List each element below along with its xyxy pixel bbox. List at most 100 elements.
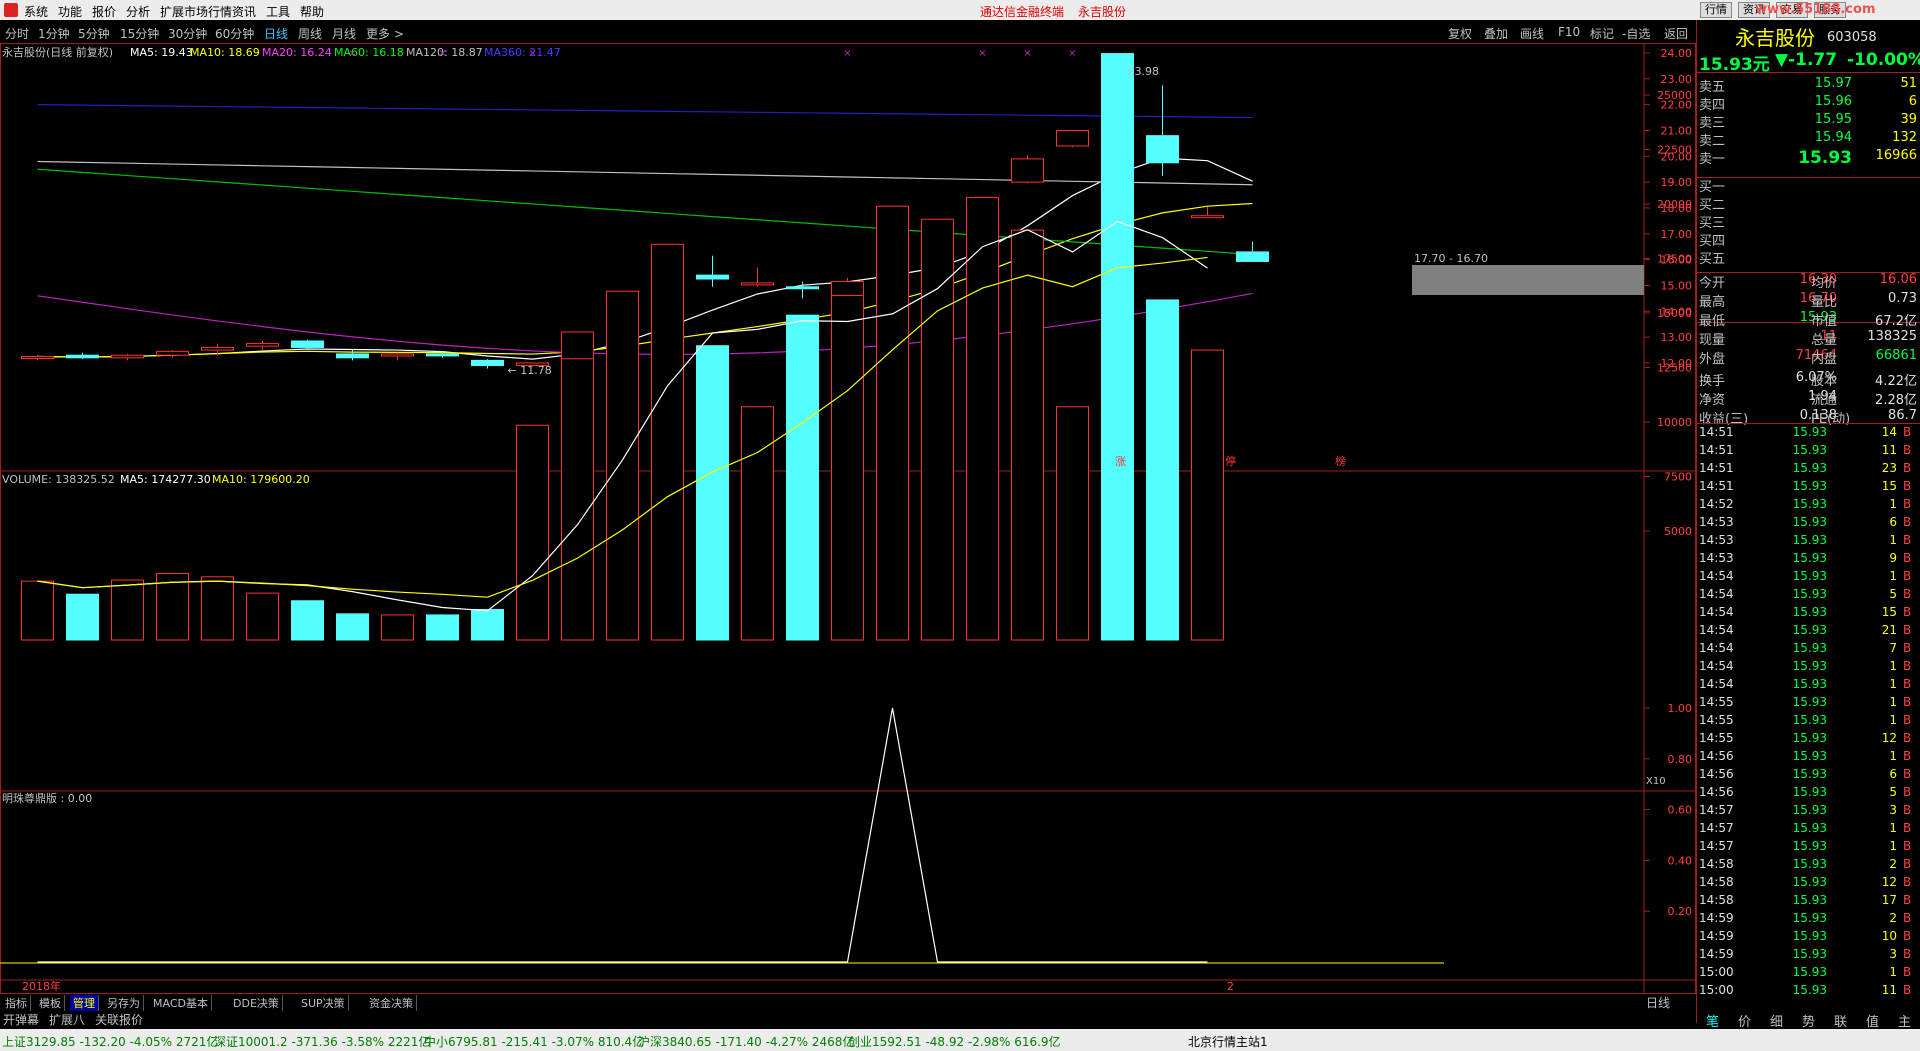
- volume-bar[interactable]: [201, 576, 234, 641]
- candle-body[interactable]: [1011, 158, 1044, 183]
- extra-tab-1[interactable]: 扩展八: [49, 1011, 85, 1028]
- period-daily[interactable]: 日线: [264, 25, 288, 42]
- tool-mark[interactable]: 标记: [1590, 25, 1614, 42]
- volume-bar[interactable]: [336, 613, 369, 641]
- candle-body[interactable]: [336, 353, 369, 359]
- ask-price[interactable]: 15.96: [1792, 94, 1852, 109]
- tab-5[interactable]: DDE决策: [230, 995, 283, 1011]
- tab-1[interactable]: 模板: [36, 995, 65, 1011]
- candle-body[interactable]: [1191, 215, 1224, 219]
- tab-3[interactable]: 另存为: [104, 995, 144, 1011]
- right-tab-3[interactable]: 势: [1802, 1011, 1815, 1030]
- volume-bar[interactable]: [921, 218, 954, 641]
- menu-tools[interactable]: 工具: [266, 3, 290, 20]
- period-15min[interactable]: 15分钟: [120, 25, 159, 42]
- menu-function[interactable]: 功能: [58, 3, 82, 20]
- period-weekly[interactable]: 周线: [298, 25, 322, 42]
- right-tab-0[interactable]: 笔: [1706, 1011, 1719, 1030]
- tool-f10[interactable]: F10: [1558, 25, 1580, 39]
- volume-bar[interactable]: [606, 290, 639, 641]
- volume-bar[interactable]: [246, 592, 279, 641]
- volume-bar[interactable]: [291, 600, 324, 641]
- candle-body[interactable]: [741, 282, 774, 286]
- menu-help[interactable]: 帮助: [300, 3, 324, 20]
- right-tab-6[interactable]: 主: [1898, 1011, 1911, 1030]
- volume-bar[interactable]: [381, 614, 414, 641]
- candle-body[interactable]: [1146, 135, 1179, 164]
- volume-bar[interactable]: [696, 345, 729, 641]
- tool-back[interactable]: 返回: [1664, 25, 1688, 42]
- right-tab-4[interactable]: 联: [1834, 1011, 1847, 1030]
- index-quote-4[interactable]: 创业1592.51 -48.92 -2.98% 616.9亿: [848, 1033, 1061, 1050]
- extra-tab-2[interactable]: 关联报价: [95, 1011, 143, 1028]
- volume-bar[interactable]: [1101, 53, 1134, 641]
- ask-price[interactable]: 15.94: [1792, 130, 1852, 145]
- volume-bar[interactable]: [1146, 299, 1179, 641]
- candle-body[interactable]: [66, 354, 99, 359]
- period-60min[interactable]: 60分钟: [215, 25, 254, 42]
- menu-news[interactable]: 资讯: [232, 3, 256, 20]
- tab-7[interactable]: 资金决策: [366, 995, 417, 1011]
- ask-price[interactable]: 15.97: [1792, 76, 1852, 91]
- tab-0[interactable]: 指标: [2, 995, 31, 1011]
- index-quote-3[interactable]: 沪深3840.65 -171.40 -4.27% 2468亿: [638, 1033, 854, 1050]
- candle-body[interactable]: [1056, 129, 1089, 147]
- tab-6[interactable]: SUP决策: [298, 995, 349, 1011]
- candle-body[interactable]: [291, 340, 324, 348]
- candle-body[interactable]: [246, 343, 279, 347]
- candle-body[interactable]: [381, 353, 414, 357]
- volume-bar[interactable]: [1011, 229, 1044, 641]
- index-quote-2[interactable]: 中小6795.81 -215.41 -3.07% 810.4亿: [424, 1033, 644, 1050]
- right-tab-5[interactable]: 值: [1866, 1011, 1879, 1030]
- volume-bar[interactable]: [1056, 406, 1089, 641]
- tool-overlay[interactable]: 叠加: [1484, 25, 1508, 42]
- tab-4[interactable]: MACD基本: [150, 995, 212, 1011]
- tool-adjust[interactable]: 复权: [1448, 25, 1472, 42]
- candle-body[interactable]: [21, 356, 54, 360]
- candle-body[interactable]: [111, 354, 144, 359]
- volume-bar[interactable]: [876, 205, 909, 641]
- right-tab-1[interactable]: 价: [1738, 1011, 1751, 1030]
- selection-range-box[interactable]: [1412, 265, 1644, 295]
- volume-bar[interactable]: [471, 608, 504, 641]
- period-5min[interactable]: 5分钟: [78, 25, 110, 42]
- candle-body[interactable]: [786, 286, 819, 290]
- volume-bar[interactable]: [561, 358, 594, 641]
- volume-bar[interactable]: [66, 593, 99, 641]
- kline-chart[interactable]: 永吉股份(日线 前复权) MA5: 19.43 MA10: 18.69 MA20…: [0, 43, 1696, 994]
- period-more[interactable]: 更多 >: [366, 25, 404, 42]
- volume-bar[interactable]: [1191, 349, 1224, 641]
- period-30min[interactable]: 30分钟: [168, 25, 207, 42]
- app-logo-icon[interactable]: [4, 3, 18, 17]
- menu-extended-market[interactable]: 扩展市场行情: [160, 3, 232, 20]
- volume-bar[interactable]: [831, 295, 864, 641]
- volume-bar[interactable]: [651, 243, 684, 641]
- volume-bar[interactable]: [516, 424, 549, 641]
- right-tab-2[interactable]: 细: [1770, 1011, 1783, 1030]
- menu-analysis[interactable]: 分析: [126, 3, 150, 20]
- candle-body[interactable]: [426, 353, 459, 357]
- ask-price[interactable]: 15.93: [1792, 148, 1852, 168]
- period-1min[interactable]: 1分钟: [38, 25, 70, 42]
- volume-bar[interactable]: [21, 580, 54, 641]
- period-intraday[interactable]: 分时: [5, 25, 29, 42]
- candle-body[interactable]: [696, 274, 729, 280]
- ask-price[interactable]: 15.95: [1792, 112, 1852, 127]
- tab-2[interactable]: 管理: [70, 995, 99, 1011]
- candle-body[interactable]: [201, 346, 234, 351]
- volume-bar[interactable]: [426, 614, 459, 641]
- volume-bar[interactable]: [111, 579, 144, 641]
- extra-tab-0[interactable]: 开弹幕: [3, 1011, 39, 1028]
- volume-bar[interactable]: [786, 314, 819, 641]
- period-monthly[interactable]: 月线: [332, 25, 356, 42]
- tool-draw[interactable]: 画线: [1520, 25, 1544, 42]
- tool-watchlist[interactable]: -自选: [1622, 25, 1650, 42]
- index-quote-1[interactable]: 深证10001.2 -371.36 -3.58% 2221亿: [214, 1033, 430, 1050]
- candle-body[interactable]: [471, 359, 504, 367]
- index-quote-0[interactable]: 上证3129.85 -132.20 -4.05% 2721亿: [2, 1033, 218, 1050]
- index-quote-5[interactable]: 北京行情主站1: [1188, 1033, 1268, 1050]
- candle-body[interactable]: [1236, 251, 1269, 262]
- menu-quote[interactable]: 报价: [92, 3, 116, 20]
- volume-bar[interactable]: [741, 406, 774, 641]
- volume-bar[interactable]: [966, 196, 999, 641]
